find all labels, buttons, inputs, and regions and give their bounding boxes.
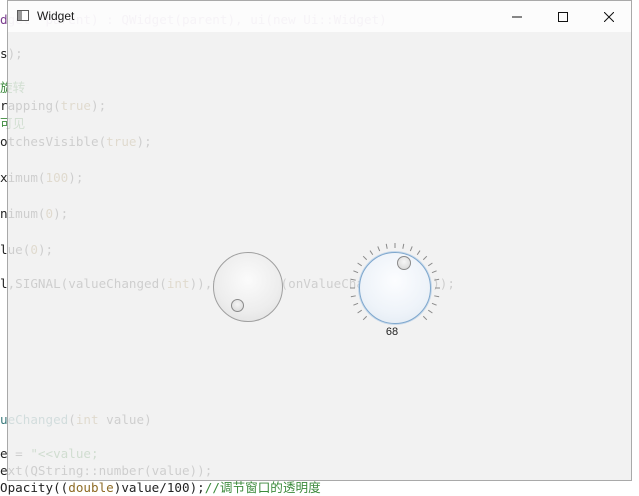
- dial-notch: [431, 302, 437, 306]
- window-title: Widget: [37, 9, 75, 23]
- title-bar[interactable]: Widget: [8, 1, 631, 32]
- dial-notch: [422, 315, 428, 321]
- dial-notch: [427, 309, 433, 314]
- dial-notch: [362, 315, 368, 321]
- dial-notch: [422, 255, 428, 261]
- minimize-button[interactable]: [494, 1, 540, 32]
- dial-plain-handle[interactable]: [231, 299, 244, 312]
- widget-app-icon: [17, 10, 29, 21]
- dial-value-label: 68: [385, 326, 399, 338]
- widget-window[interactable]: Widget 68: [7, 0, 632, 481]
- dial-notch: [357, 262, 363, 267]
- dial-notch: [434, 295, 440, 298]
- close-button[interactable]: [586, 1, 632, 32]
- dial-notch: [402, 243, 405, 249]
- dial-notch: [350, 295, 356, 298]
- code-token: //调节窗口的透明度: [204, 480, 321, 495]
- maximize-icon: [558, 11, 568, 22]
- code-token: double: [68, 480, 114, 495]
- dial-notch: [350, 278, 356, 281]
- dial-notched-handle[interactable]: [397, 256, 411, 270]
- dial-notch: [369, 250, 374, 256]
- dial-notch: [409, 246, 413, 252]
- dial-notch: [434, 278, 440, 281]
- dial-notch: [427, 262, 433, 267]
- dial-notch: [416, 250, 421, 256]
- dial-notch: [377, 246, 381, 252]
- dial-notched[interactable]: [345, 238, 445, 338]
- dial-notch: [353, 270, 359, 274]
- minimize-icon: [512, 16, 522, 17]
- code-token: Opacity((: [0, 480, 69, 495]
- dial-plain[interactable]: [213, 252, 283, 322]
- close-icon: [604, 11, 614, 22]
- dial-notch: [362, 255, 368, 261]
- dial-notched-face[interactable]: [359, 252, 431, 324]
- dial-notch: [431, 270, 437, 274]
- dial-notch: [385, 243, 388, 249]
- dial-notch: [353, 302, 359, 306]
- maximize-button[interactable]: [540, 1, 586, 32]
- code-line: Opacity((double)value/100);//调节窗口的透明度: [0, 480, 321, 496]
- dial-notch: [357, 309, 363, 314]
- code-token: )value/100);: [113, 480, 205, 495]
